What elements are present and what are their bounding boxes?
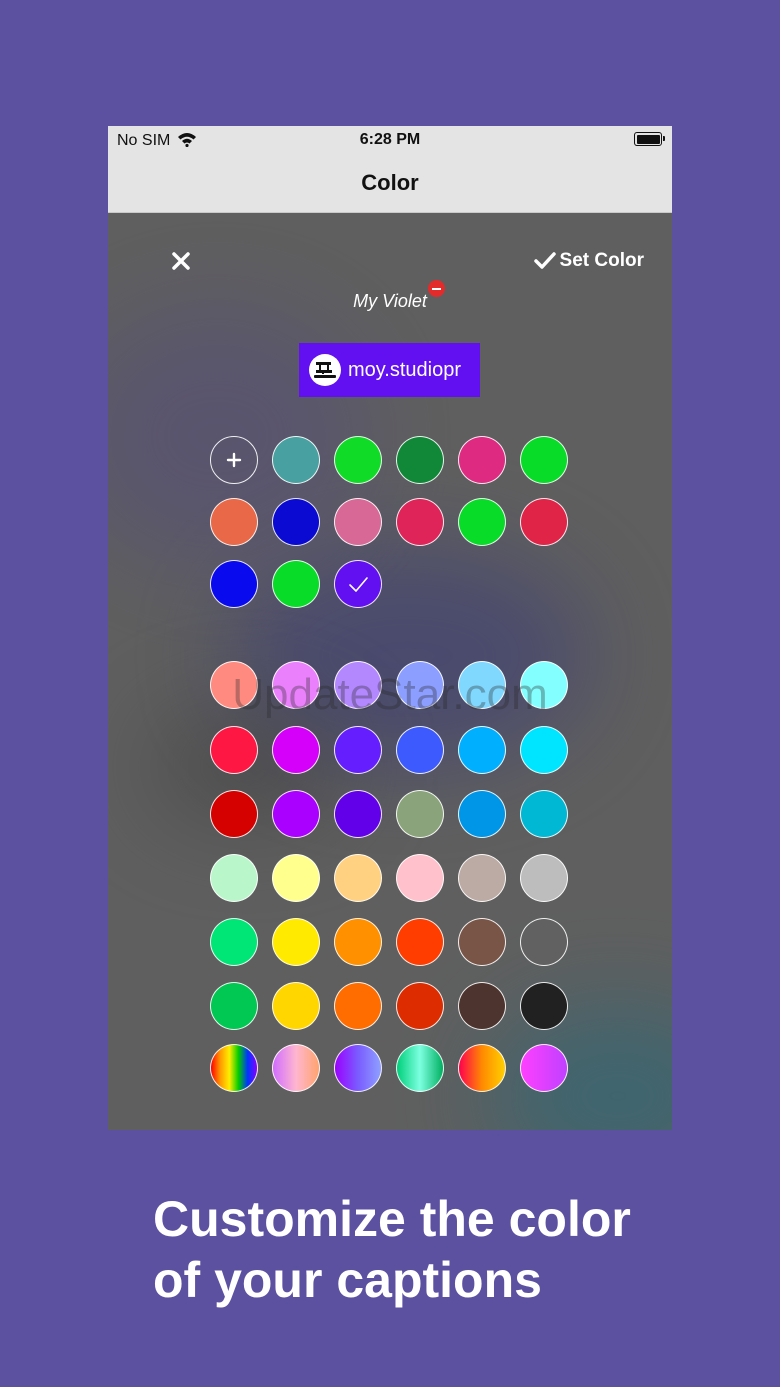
palette-color-swatch[interactable] [334, 726, 382, 774]
palette-color-swatch[interactable] [520, 854, 568, 902]
clock: 6:28 PM [359, 131, 421, 148]
saved-color-swatch[interactable] [334, 436, 382, 484]
saved-color-swatch[interactable] [396, 498, 444, 546]
palette-color-swatch[interactable] [396, 790, 444, 838]
palette-color-swatch[interactable] [458, 982, 506, 1030]
palette-color-swatch[interactable] [272, 982, 320, 1030]
set-color-button[interactable]: Set Color [533, 248, 644, 274]
palette-color-swatch[interactable] [272, 790, 320, 838]
palette-color-swatch[interactable] [458, 918, 506, 966]
gradient-swatch[interactable] [458, 1044, 506, 1092]
gradient-swatch[interactable] [334, 1044, 382, 1092]
palette-color-swatch[interactable] [210, 790, 258, 838]
palette-color-swatch[interactable] [272, 918, 320, 966]
palette-color-swatch[interactable] [458, 790, 506, 838]
saved-color-swatch[interactable] [396, 436, 444, 484]
palette-color-swatch[interactable] [458, 726, 506, 774]
palette-color-swatch[interactable] [272, 661, 320, 709]
palette-color-swatch[interactable] [272, 726, 320, 774]
palette-color-swatch[interactable] [520, 661, 568, 709]
saved-color-swatch[interactable] [520, 436, 568, 484]
sewing-machine-icon [314, 362, 336, 378]
palette-color-swatch[interactable] [396, 854, 444, 902]
palette-color-swatch[interactable] [210, 982, 258, 1030]
palette-color-swatch[interactable] [334, 918, 382, 966]
saved-color-swatch[interactable] [458, 436, 506, 484]
palette-color-swatch[interactable] [210, 661, 258, 709]
palette-color-swatch[interactable] [520, 790, 568, 838]
close-icon [172, 252, 190, 270]
gradient-swatch[interactable] [272, 1044, 320, 1092]
battery-icon [634, 132, 665, 146]
palette-color-swatch[interactable] [334, 661, 382, 709]
plus-icon [226, 452, 242, 468]
palette-color-swatch[interactable] [210, 854, 258, 902]
gradient-swatch[interactable] [210, 1044, 258, 1092]
selected-check-icon [349, 577, 368, 592]
palette-color-swatch[interactable] [334, 982, 382, 1030]
gradient-swatch[interactable] [396, 1044, 444, 1092]
gradient-swatch[interactable] [520, 1044, 568, 1092]
add-color-button[interactable] [210, 436, 258, 484]
page-title: Color [361, 170, 419, 195]
saved-color-swatch[interactable] [272, 560, 320, 608]
palette-color-swatch[interactable] [520, 982, 568, 1030]
palette-color-swatch[interactable] [396, 661, 444, 709]
phone-screen: No SIM 6:28 PM Color Set Color My Violet [108, 126, 672, 1130]
palette-color-swatch[interactable] [396, 918, 444, 966]
background-blur [488, 1006, 672, 1130]
saved-color-swatch[interactable] [272, 436, 320, 484]
saved-color-swatch[interactable] [520, 498, 568, 546]
remove-color-badge[interactable] [428, 280, 445, 297]
saved-color-swatch[interactable] [272, 498, 320, 546]
set-color-label: Set Color [559, 250, 644, 271]
checkmark-icon [533, 252, 556, 269]
color-name[interactable]: My Violet [108, 291, 672, 312]
preview-text: moy.studiopr [348, 358, 462, 381]
palette-color-swatch[interactable] [396, 982, 444, 1030]
saved-color-swatch[interactable] [210, 498, 258, 546]
status-bar: No SIM 6:28 PM [108, 126, 672, 156]
palette-color-swatch[interactable] [458, 854, 506, 902]
palette-color-swatch[interactable] [520, 726, 568, 774]
saved-color-swatch[interactable] [334, 498, 382, 546]
saved-color-swatch[interactable] [334, 560, 382, 608]
avatar [309, 354, 341, 386]
close-button[interactable] [170, 250, 192, 272]
palette-color-swatch[interactable] [520, 918, 568, 966]
caption-text: Customize the color of your captions [153, 1191, 631, 1308]
nav-bar: Color [108, 156, 672, 213]
palette-color-swatch[interactable] [334, 790, 382, 838]
palette-color-swatch[interactable] [210, 726, 258, 774]
palette-color-swatch[interactable] [458, 661, 506, 709]
palette-color-swatch[interactable] [210, 918, 258, 966]
saved-color-swatch[interactable] [210, 560, 258, 608]
palette-color-swatch[interactable] [396, 726, 444, 774]
caption-preview: moy.studiopr [299, 343, 480, 397]
palette-color-swatch[interactable] [334, 854, 382, 902]
palette-color-swatch[interactable] [272, 854, 320, 902]
saved-color-swatch[interactable] [458, 498, 506, 546]
